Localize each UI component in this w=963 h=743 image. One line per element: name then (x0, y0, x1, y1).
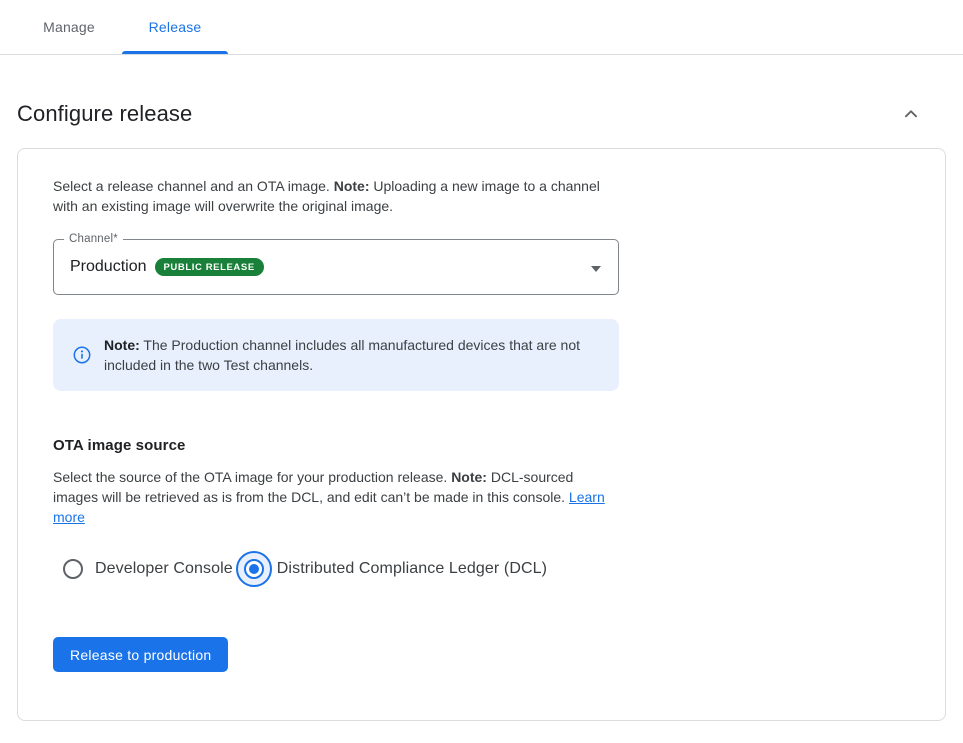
radio-dcl-label[interactable]: Distributed Compliance Ledger (DCL) (277, 560, 547, 578)
public-release-badge: PUBLIC RELEASE (155, 258, 264, 276)
release-to-production-button[interactable]: Release to production (53, 637, 228, 672)
channel-select[interactable]: Channel* Production PUBLIC RELEASE (53, 239, 619, 295)
production-note-box: Note: The Production channel includes al… (53, 319, 619, 391)
page-title: Configure release (17, 101, 192, 127)
radio-developer-console[interactable] (63, 559, 83, 579)
channel-select-label: Channel* (64, 233, 123, 245)
ota-description: Select the source of the OTA image for y… (53, 467, 619, 527)
dropdown-arrow-icon (591, 266, 601, 272)
tab-manage-label: Manage (43, 19, 95, 35)
section-header: Configure release (0, 101, 963, 127)
collapse-section-button[interactable] (898, 101, 924, 127)
ota-note-bold: Note: (451, 469, 487, 485)
channel-select-value: Production (70, 258, 147, 276)
note-box-text: Note: The Production channel includes al… (104, 335, 599, 375)
ota-image-source-heading: OTA image source (53, 437, 910, 454)
tab-release[interactable]: Release (122, 0, 228, 54)
chevron-up-icon (900, 113, 922, 128)
radio-dot (249, 564, 259, 574)
intro-text-before: Select a release channel and an OTA imag… (53, 178, 334, 194)
configure-release-card: Select a release channel and an OTA imag… (17, 148, 946, 721)
ota-text-before: Select the source of the OTA image for y… (53, 469, 451, 485)
intro-text: Select a release channel and an OTA imag… (53, 176, 619, 216)
tab-bar: Manage Release (0, 0, 963, 55)
radio-developer-console-label[interactable]: Developer Console (95, 560, 233, 578)
note-box-body: The Production channel includes all manu… (104, 337, 580, 373)
intro-note-bold: Note: (334, 178, 370, 194)
tab-manage[interactable]: Manage (16, 0, 122, 54)
ota-source-radio-group: Developer Console Distributed Compliance… (53, 551, 910, 587)
info-icon (73, 346, 91, 364)
note-box-bold: Note: (104, 337, 140, 353)
radio-dcl-selected-icon (244, 559, 264, 579)
radio-dcl[interactable] (236, 551, 272, 587)
tab-release-label: Release (149, 19, 202, 35)
